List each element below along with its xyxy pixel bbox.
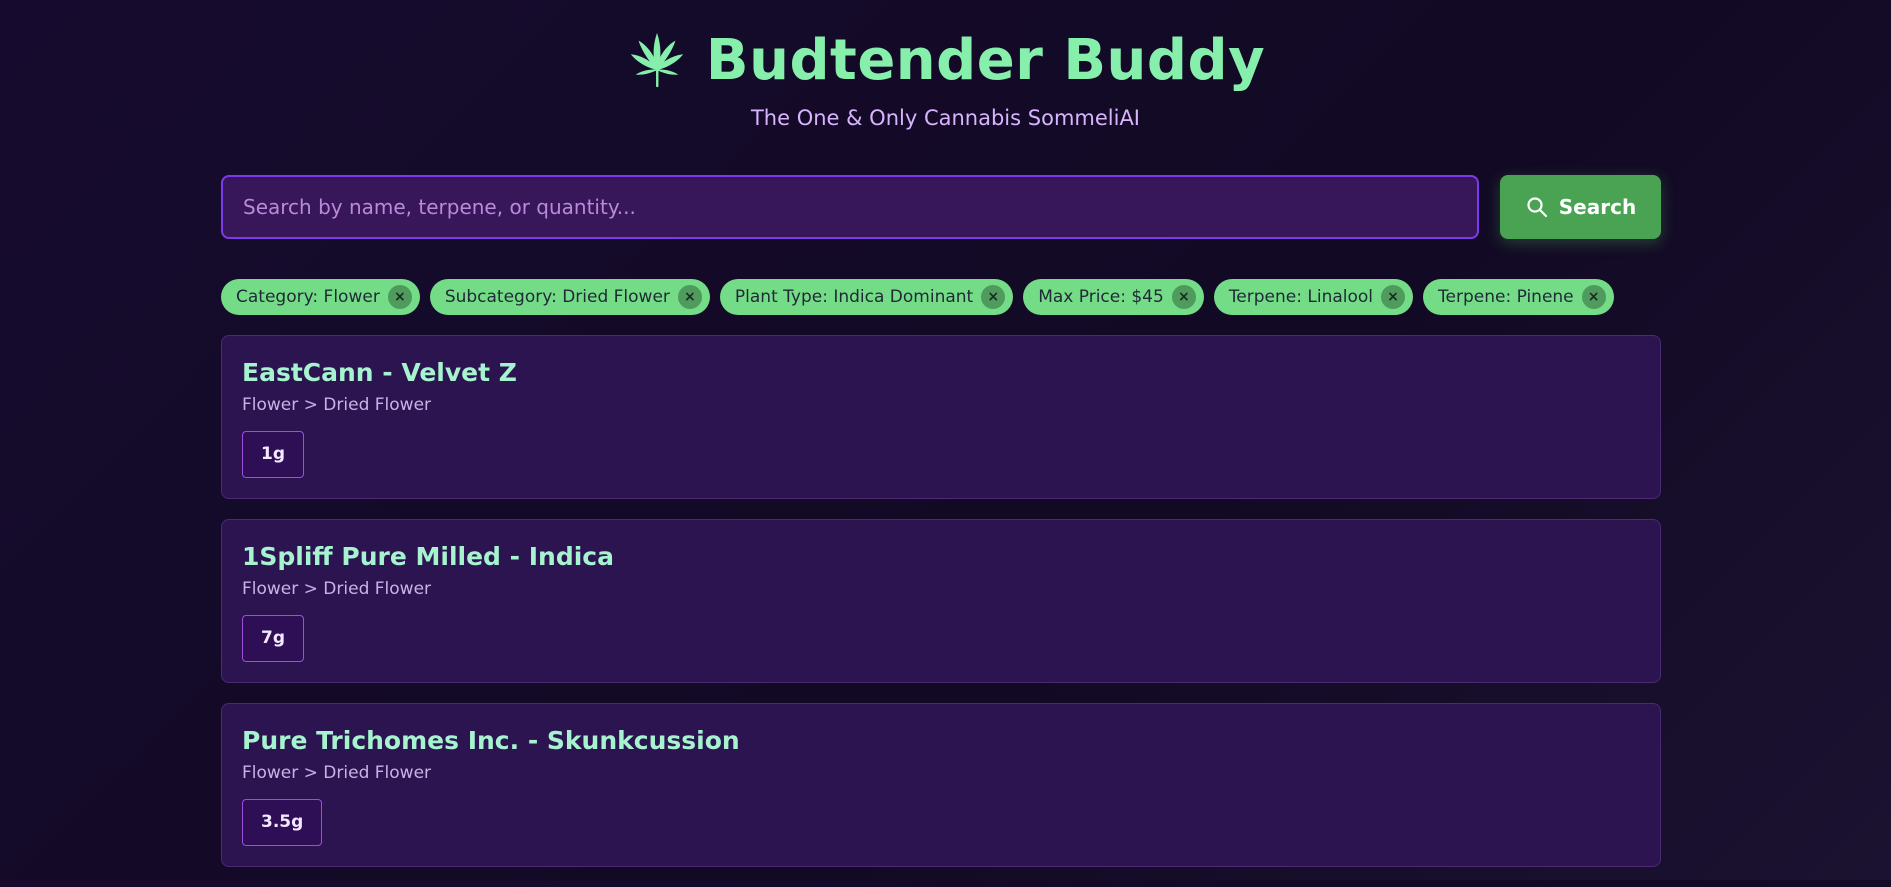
search-button-label: Search — [1558, 195, 1637, 219]
search-icon — [1527, 197, 1547, 218]
product-category: Flower > Dried Flower — [242, 579, 432, 599]
remove-filter-button[interactable]: × — [981, 285, 1006, 309]
remove-filter-button[interactable]: × — [1581, 285, 1606, 309]
app-subtitle: The One & Only Cannabis SommeliAI — [750, 106, 1141, 130]
product-card[interactable]: Pure Trichomes Inc. - Skunkcussion Flowe… — [221, 703, 1661, 867]
title-row: Budtender Buddy — [0, 24, 1891, 96]
filter-chip-label: Terpene: Pinene — [1438, 287, 1574, 307]
active-filters: Category: Flower × Subcategory: Dried Fl… — [221, 279, 1671, 315]
filter-chip-label: Category: Flower — [236, 287, 380, 307]
filter-chip-category: Category: Flower × — [221, 279, 420, 315]
remove-filter-button[interactable]: × — [1381, 285, 1406, 309]
app-title: Budtender Buddy — [705, 27, 1266, 93]
filter-chip-label: Plant Type: Indica Dominant — [734, 287, 974, 307]
filter-chip-max-price: Max Price: $45 × — [1023, 279, 1204, 315]
search-bar: Search — [221, 175, 1661, 239]
product-card[interactable]: 1Spliff Pure Milled - Indica Flower > Dr… — [221, 519, 1661, 683]
product-list: EastCann - Velvet Z Flower > Dried Flowe… — [221, 335, 1661, 887]
remove-filter-button[interactable]: × — [677, 285, 702, 309]
cannabis-leaf-icon — [630, 32, 684, 88]
filter-chip-label: Subcategory: Dried Flower — [444, 287, 670, 307]
product-name: 1Spliff Pure Milled - Indica — [242, 542, 614, 571]
size-option-button[interactable]: 7g — [242, 615, 304, 662]
remove-filter-button[interactable]: × — [387, 285, 412, 309]
search-button[interactable]: Search — [1500, 175, 1661, 239]
filter-chip-terpene-linalool: Terpene: Linalool × — [1213, 279, 1414, 315]
app-header: Budtender Buddy The One & Only Cannabis … — [0, 24, 1891, 130]
size-option-button[interactable]: 3.5g — [242, 799, 323, 846]
remove-filter-button[interactable]: × — [1171, 285, 1196, 309]
size-option-button[interactable]: 1g — [242, 431, 304, 478]
filter-chip-label: Max Price: $45 — [1038, 287, 1164, 307]
product-card[interactable]: EastCann - Velvet Z Flower > Dried Flowe… — [221, 335, 1661, 499]
filter-chip-subcategory: Subcategory: Dried Flower × — [429, 279, 710, 315]
product-category: Flower > Dried Flower — [242, 395, 432, 415]
product-name: EastCann - Velvet Z — [242, 358, 517, 387]
product-category: Flower > Dried Flower — [242, 763, 432, 783]
filter-chip-plant-type: Plant Type: Indica Dominant × — [719, 279, 1014, 315]
product-name: Pure Trichomes Inc. - Skunkcussion — [242, 726, 740, 755]
search-input[interactable] — [221, 175, 1479, 239]
filter-chip-label: Terpene: Linalool — [1228, 287, 1374, 307]
filter-chip-terpene-pinene: Terpene: Pinene × — [1423, 279, 1614, 315]
